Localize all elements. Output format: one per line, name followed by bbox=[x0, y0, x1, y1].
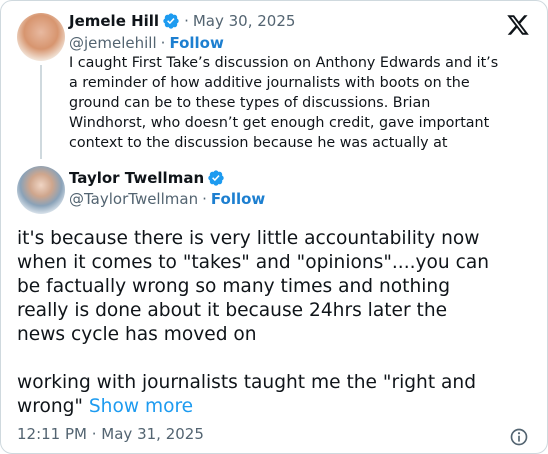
tweet-author-name[interactable]: Taylor Twellman bbox=[69, 169, 204, 187]
x-logo-icon[interactable] bbox=[506, 13, 530, 37]
verified-badge-icon bbox=[208, 170, 224, 186]
quoted-tweet-header: Jemele Hill · May 30, 2025 bbox=[69, 12, 296, 30]
thread-connector-line bbox=[40, 65, 42, 159]
tweet-text: it's because there is very little accoun… bbox=[17, 228, 490, 417]
tweet-author-handle[interactable]: @TaylorTwellman bbox=[69, 190, 198, 208]
info-icon[interactable] bbox=[509, 427, 529, 447]
follow-taylor-button[interactable]: Follow bbox=[211, 190, 265, 208]
show-more-link[interactable]: Show more bbox=[89, 396, 193, 417]
quoted-author-name[interactable]: Jemele Hill bbox=[69, 12, 159, 30]
tweet-handle-row: @TaylorTwellman · Follow bbox=[69, 190, 266, 208]
tweet-timestamp[interactable]: 12:11 PM · May 31, 2025 bbox=[17, 425, 204, 443]
quoted-author-handle[interactable]: @jemelehill bbox=[69, 34, 157, 52]
tweet-embed-card: Jemele Hill · May 30, 2025 @jemelehill ·… bbox=[0, 0, 548, 454]
follow-jemele-button[interactable]: Follow bbox=[169, 34, 223, 52]
tweet-header: Taylor Twellman bbox=[69, 169, 225, 187]
jemele-hill-avatar[interactable] bbox=[17, 13, 65, 61]
verified-badge-icon bbox=[163, 13, 179, 29]
tweet-body: it's because there is very little accoun… bbox=[17, 227, 533, 419]
quoted-handle-row: @jemelehill · Follow bbox=[69, 34, 224, 52]
taylor-twellman-avatar[interactable] bbox=[17, 166, 65, 214]
quoted-tweet-text: I caught First Take’s discussion on Anth… bbox=[69, 55, 499, 151]
quoted-tweet-date[interactable]: May 30, 2025 bbox=[193, 12, 296, 30]
